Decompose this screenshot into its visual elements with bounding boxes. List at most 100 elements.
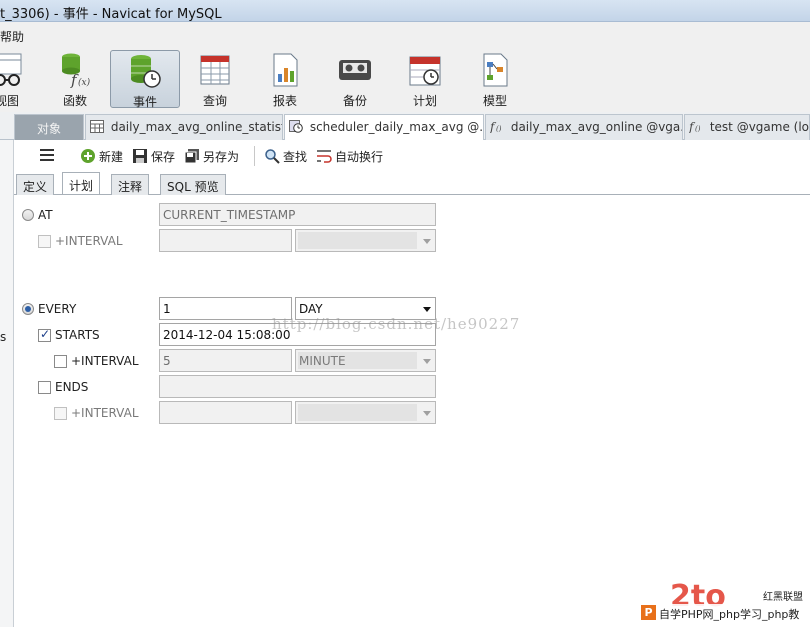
model-icon — [483, 53, 508, 87]
subtab-definition-label: 定义 — [23, 180, 48, 194]
subtab-schedule-label: 计划 — [69, 179, 94, 193]
event-icon — [289, 120, 303, 133]
url-watermark: http://blog.csdn.net/he90227 — [272, 315, 521, 333]
starts-interval-unit-select[interactable]: MINUTE — [295, 349, 436, 372]
subtab-comment[interactable]: 注释 — [111, 174, 150, 195]
menu-bar: 帮助 — [0, 22, 810, 46]
at-datetime-value: CURRENT_TIMESTAMP — [163, 208, 296, 222]
find-label: 查找 — [283, 150, 308, 164]
ends-interval-unit-select[interactable] — [295, 401, 436, 424]
at-interval-value-field[interactable] — [159, 229, 292, 252]
chevron-down-icon — [423, 307, 431, 312]
view-icon — [0, 53, 22, 86]
toolbar-function-label: 函数 — [62, 94, 87, 108]
tab-procedure-label: daily_max_avg_online @vga... — [510, 120, 683, 134]
main-toolbar: 视图 f (x) 函数 事件 查询 报表 备份 计划 模型 — [0, 46, 810, 112]
ends-checkbox[interactable] — [38, 381, 51, 394]
toolbar-query-button[interactable]: 查询 — [180, 50, 250, 108]
toolbar-schedule-button[interactable]: 计划 — [390, 50, 460, 108]
object-panel-letter: s — [0, 330, 7, 344]
tab-test-label: test @vgame (loc — [709, 120, 810, 134]
toolbar-view-label: 视图 — [0, 94, 19, 108]
window-title: t_3306) - 事件 - Navicat for MySQL — [0, 7, 222, 22]
save-label: 保存 — [151, 150, 176, 164]
at-interval-unit-select[interactable] — [295, 229, 436, 252]
toolbar-report-button[interactable]: 报表 — [250, 50, 320, 108]
add-icon — [81, 149, 95, 163]
menu-help[interactable]: 帮助 — [0, 28, 24, 45]
every-radio[interactable] — [22, 303, 34, 315]
word-wrap-label: 自动换行 — [335, 150, 384, 164]
starts-interval-unit-value: MINUTE — [299, 354, 346, 368]
chevron-down-icon — [423, 239, 431, 244]
save-button[interactable]: 保存 — [132, 148, 175, 165]
at-radio[interactable] — [22, 209, 34, 221]
brand-watermark: 红黑联盟 — [763, 592, 803, 603]
at-interval-label: +INTERVAL — [55, 234, 123, 248]
tab-event[interactable]: scheduler_daily_max_avg @... — [284, 114, 484, 141]
procedure-icon: f () — [689, 120, 701, 133]
toolbar-function-button[interactable]: f (x) 函数 — [40, 50, 110, 108]
tab-event-label: scheduler_daily_max_avg @... — [309, 120, 484, 134]
backup-icon — [339, 60, 371, 80]
word-wrap-icon — [317, 150, 332, 163]
function-icon: f (x) — [62, 53, 91, 88]
subtab-sql-preview[interactable]: SQL 预览 — [160, 174, 226, 195]
table-icon — [90, 120, 104, 133]
at-interval-checkbox[interactable] — [38, 235, 51, 248]
starts-interval-label: +INTERVAL — [71, 354, 139, 368]
word-wrap-button[interactable]: 自动换行 — [316, 148, 383, 165]
starts-interval-checkbox[interactable] — [54, 355, 67, 368]
tab-table[interactable]: daily_max_avg_online_statist... — [85, 114, 283, 140]
save-as-icon — [184, 149, 199, 164]
ends-label: ENDS — [55, 380, 89, 394]
at-datetime-field[interactable]: CURRENT_TIMESTAMP — [159, 203, 436, 226]
svg-text:(): () — [496, 125, 502, 133]
tab-objects-label: 对象 — [36, 122, 61, 136]
toolbar-backup-button[interactable]: 备份 — [320, 50, 390, 108]
schedule-icon — [409, 56, 441, 86]
starts-label: STARTS — [55, 328, 100, 342]
toolbar-model-button[interactable]: 模型 — [460, 50, 530, 108]
subtab-schedule[interactable]: 计划 — [62, 172, 101, 194]
ends-interval-label: +INTERVAL — [71, 406, 139, 420]
tab-test[interactable]: f () test @vgame (loc — [684, 114, 810, 140]
menu-icon[interactable] — [40, 149, 54, 161]
toolbar-separator — [254, 146, 255, 166]
title-bar: t_3306) - 事件 - Navicat for MySQL — [0, 0, 810, 22]
ends-interval-value-field[interactable] — [159, 401, 292, 424]
find-button[interactable]: 查找 — [264, 148, 307, 165]
editor-toolbar: 新建 保存 另存为 查找 自动换行 — [14, 140, 810, 172]
svg-text:(x): (x) — [78, 77, 91, 88]
tab-procedure[interactable]: f () daily_max_avg_online @vga... — [485, 114, 683, 140]
svg-text:(): () — [695, 125, 701, 133]
query-icon — [200, 55, 230, 85]
toolbar-backup-label: 备份 — [342, 94, 367, 108]
ends-datetime-field[interactable] — [159, 375, 436, 398]
starts-interval-value: 5 — [163, 354, 171, 368]
toolbar-schedule-label: 计划 — [412, 94, 437, 108]
every-label: EVERY — [38, 302, 77, 316]
subtab-sql-preview-label: SQL 预览 — [167, 180, 219, 194]
chevron-down-icon — [423, 411, 431, 416]
save-icon — [133, 149, 147, 163]
starts-interval-value-field[interactable]: 5 — [159, 349, 292, 372]
at-label: AT — [38, 208, 53, 222]
tab-objects[interactable]: 对象 — [14, 114, 84, 140]
procedure-icon: f () — [490, 120, 502, 133]
search-icon — [265, 149, 280, 164]
toolbar-report-label: 报表 — [272, 94, 297, 108]
subtab-comment-label: 注释 — [118, 180, 143, 194]
starts-checkbox[interactable] — [38, 327, 51, 342]
toolbar-event-button[interactable]: 事件 — [110, 50, 180, 109]
object-panel-edge — [0, 140, 14, 627]
subtab-definition[interactable]: 定义 — [16, 174, 55, 195]
editor-subtabs: 定义 计划 注释 SQL 预览 — [14, 172, 810, 195]
save-as-button[interactable]: 另存为 — [184, 148, 239, 165]
save-as-label: 另存为 — [203, 150, 240, 164]
toolbar-view-button[interactable]: 视图 — [0, 50, 42, 108]
toolbar-event-label: 事件 — [132, 95, 157, 109]
ends-interval-checkbox[interactable] — [54, 407, 67, 420]
site-watermark: 自学PHP网_php学习_php教 — [659, 608, 800, 621]
new-button[interactable]: 新建 — [80, 148, 123, 165]
